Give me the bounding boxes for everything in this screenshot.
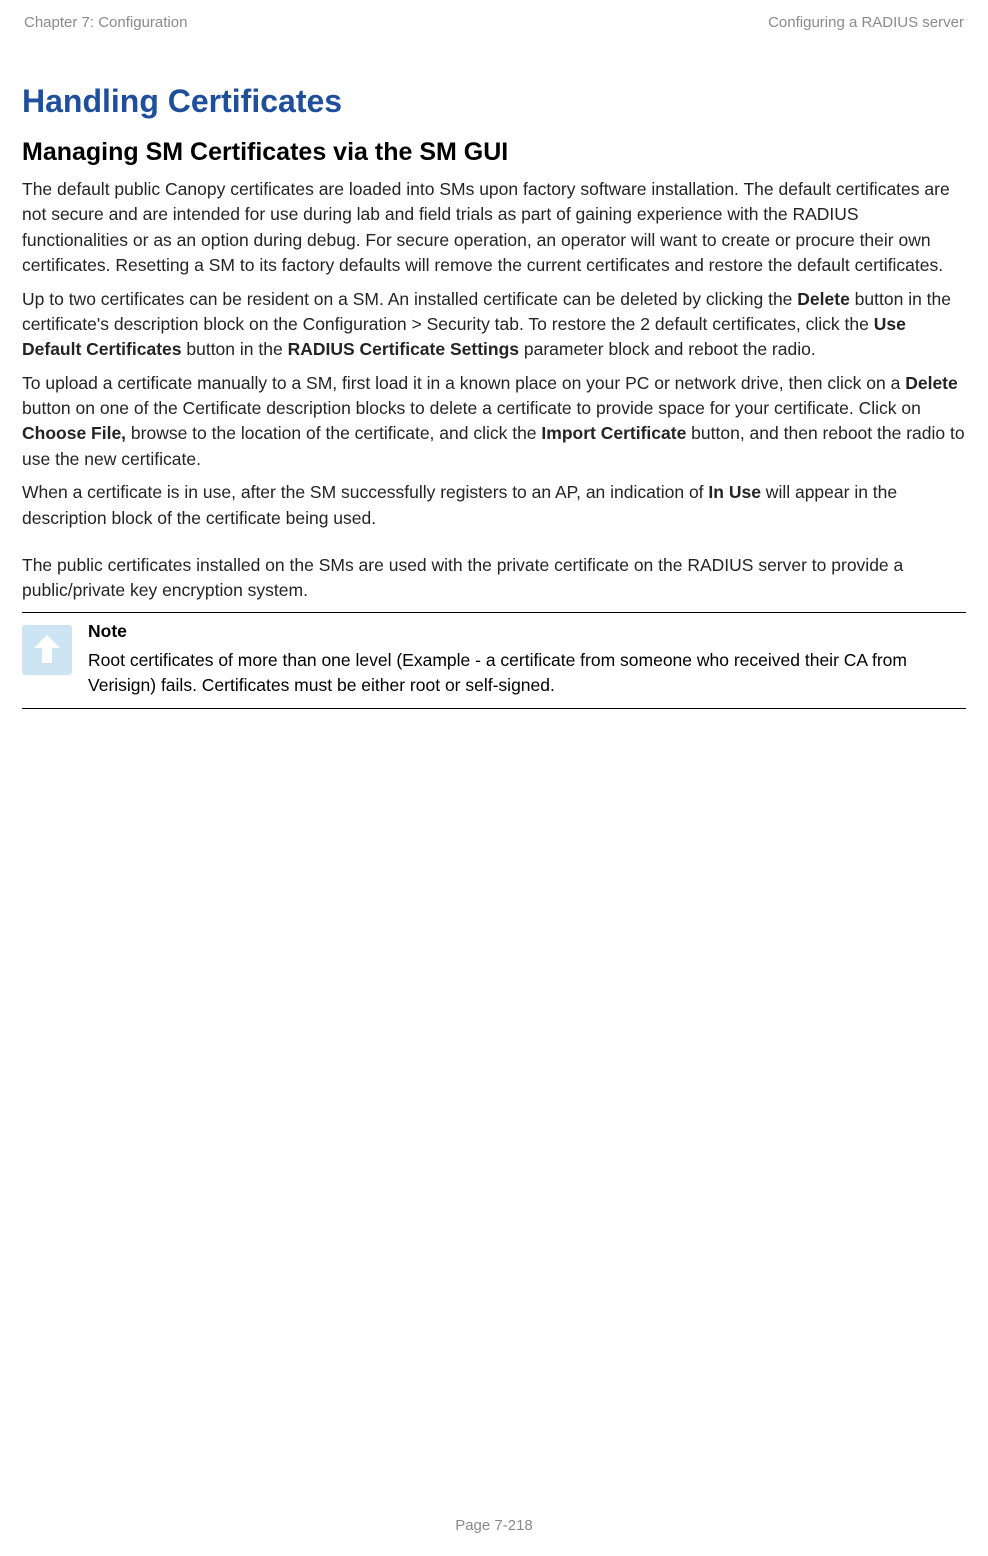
text-span: Up to two certificates can be resident o…	[22, 289, 797, 309]
text-span: button on one of the Certificate descrip…	[22, 398, 921, 418]
bold-choose-file: Choose File,	[22, 423, 126, 443]
bold-radius-certificate-settings: RADIUS Certificate Settings	[288, 339, 519, 359]
note-title: Note	[88, 621, 954, 642]
text-span: button in the	[182, 339, 288, 359]
paragraph-defaults: The default public Canopy certificates a…	[22, 177, 966, 279]
bold-in-use: In Use	[708, 482, 761, 502]
paragraph-public-certificates: The public certificates installed on the…	[22, 553, 966, 604]
bold-delete-2: Delete	[905, 373, 958, 393]
paragraph-delete-restore: Up to two certificates can be resident o…	[22, 287, 966, 363]
text-span: parameter block and reboot the radio.	[519, 339, 816, 359]
note-text: Note Root certificates of more than one …	[88, 621, 966, 699]
note-icon	[22, 625, 72, 675]
page-content: Handling Certificates Managing SM Certif…	[0, 31, 988, 709]
text-span: browse to the location of the certificat…	[126, 423, 541, 443]
page-footer: Page 7-218	[0, 1517, 988, 1534]
header-chapter: Chapter 7: Configuration	[24, 14, 187, 31]
paragraph-in-use: When a certificate is in use, after the …	[22, 480, 966, 531]
bold-delete: Delete	[797, 289, 850, 309]
text-span: When a certificate is in use, after the …	[22, 482, 708, 502]
heading-managing-sm-certificates: Managing SM Certificates via the SM GUI	[22, 138, 966, 167]
page-header: Chapter 7: Configuration Configuring a R…	[0, 0, 988, 31]
paragraph-upload: To upload a certificate manually to a SM…	[22, 371, 966, 473]
bold-import-certificate: Import Certificate	[541, 423, 686, 443]
note-body: Root certificates of more than one level…	[88, 648, 954, 699]
note-section: Note Root certificates of more than one …	[22, 612, 966, 710]
header-section: Configuring a RADIUS server	[768, 14, 964, 31]
heading-handling-certificates: Handling Certificates	[22, 83, 966, 120]
text-span: To upload a certificate manually to a SM…	[22, 373, 905, 393]
